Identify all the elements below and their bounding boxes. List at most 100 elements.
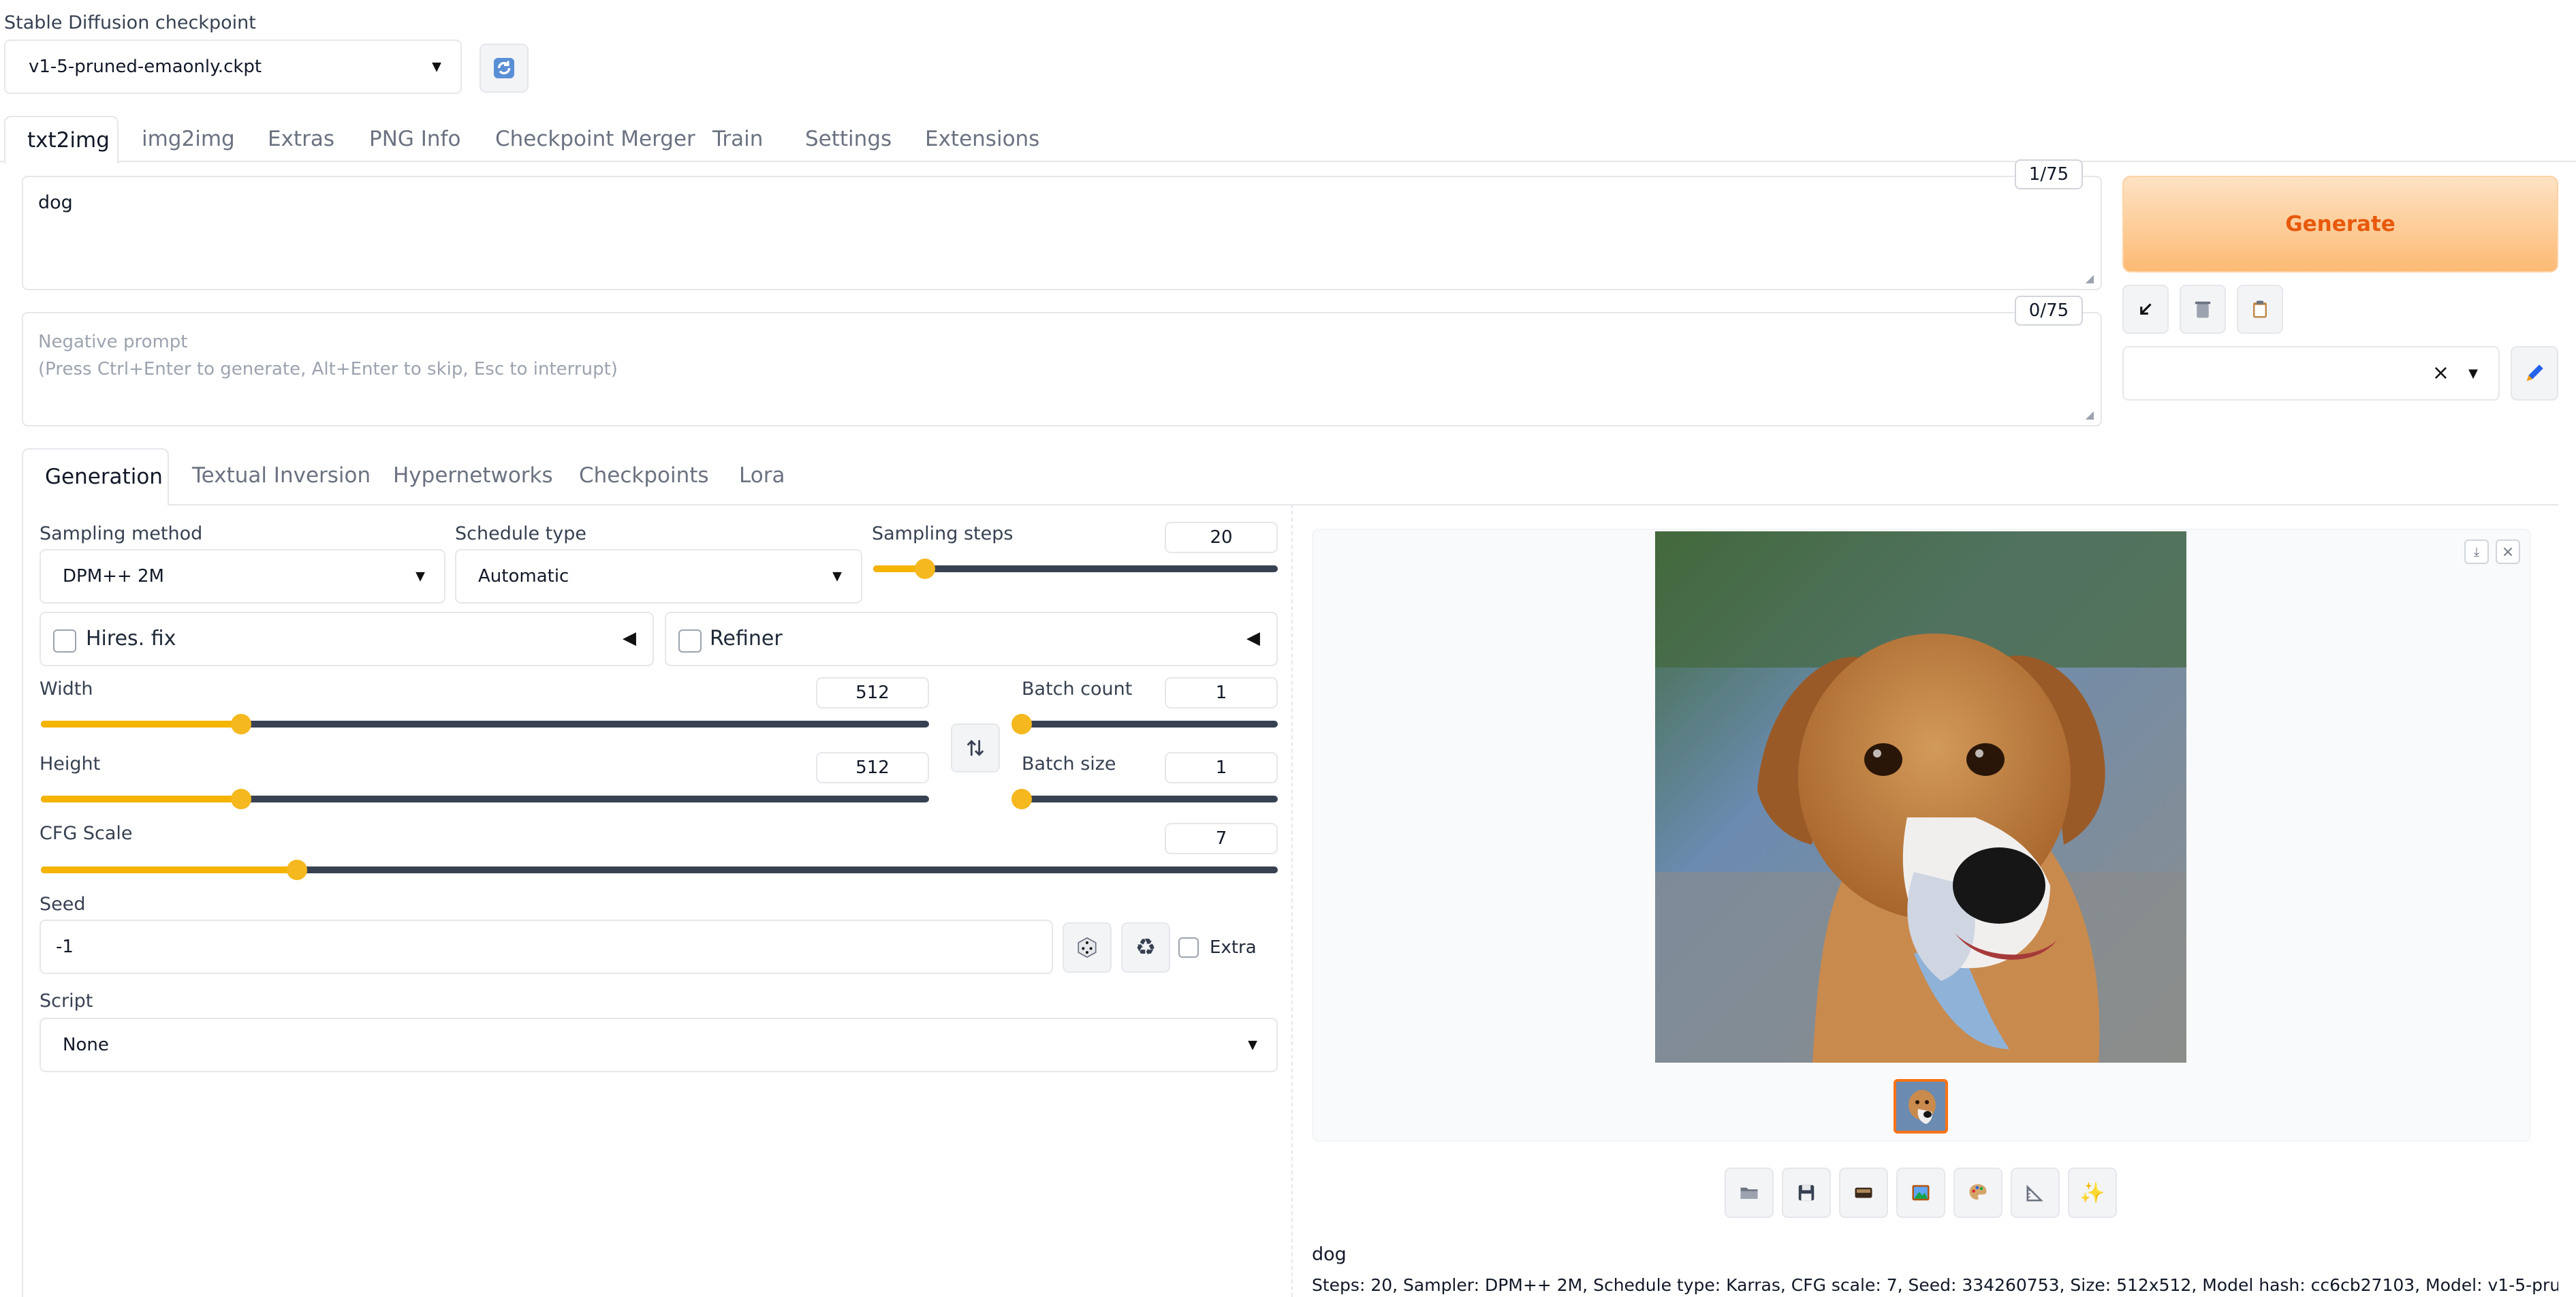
apply-styles-button[interactable]	[2237, 285, 2283, 334]
slider-thumb[interactable]	[231, 714, 252, 734]
generate-button[interactable]: Generate	[2122, 176, 2558, 272]
negative-prompt-textarea[interactable]: Negative prompt (Press Ctrl+Enter to gen…	[22, 312, 2102, 426]
tab-extras[interactable]: Extras	[268, 127, 334, 151]
prompt-textarea[interactable]: dog ◢	[22, 176, 2102, 290]
seed-input[interactable]: -1	[40, 920, 1053, 974]
refiner-accordion[interactable]: Refiner ◀	[665, 612, 1278, 666]
slider-thumb[interactable]	[1011, 789, 1032, 809]
generate-label: Generate	[2285, 212, 2396, 236]
width-input[interactable]: 512	[816, 677, 929, 708]
palette-icon	[1969, 1184, 1987, 1200]
close-icon[interactable]: ×	[2496, 540, 2520, 564]
resize-handle-icon[interactable]: ◢	[2086, 272, 2094, 285]
random-seed-button[interactable]	[1063, 922, 1112, 973]
tab-textual-inversion[interactable]: Textual Inversion	[192, 463, 371, 488]
send-to-img2img-button[interactable]	[1896, 1168, 1945, 1218]
height-slider[interactable]	[41, 789, 929, 809]
seed-value: -1	[56, 937, 74, 957]
sampling-method-label: Sampling method	[40, 523, 203, 544]
send-to-inpaint-button[interactable]	[1953, 1168, 2002, 1218]
slider-fill	[41, 866, 297, 873]
sampling-method-value: DPM++ 2M	[63, 566, 164, 587]
hires-fix-checkbox[interactable]	[53, 629, 76, 653]
slider-fill	[41, 796, 242, 802]
open-folder-button[interactable]	[1725, 1168, 1774, 1218]
dice-icon	[1078, 937, 1097, 958]
collapse-arrow-icon[interactable]: ◀	[1246, 628, 1260, 648]
tab-lora[interactable]: Lora	[739, 463, 785, 488]
batch-count-slider[interactable]	[1011, 714, 1278, 734]
cfg-scale-input[interactable]: 7	[1165, 823, 1278, 854]
seed-extra-checkbox[interactable]	[1178, 937, 1199, 958]
tab-extensions[interactable]: Extensions	[925, 127, 1039, 151]
tab-txt2img[interactable]: txt2img	[4, 116, 119, 163]
refiner-label: Refiner	[710, 627, 783, 651]
checkpoint-value: v1-5-pruned-emaonly.ckpt	[29, 57, 262, 77]
refresh-checkpoint-button[interactable]	[480, 44, 529, 93]
tab-generation[interactable]: Generation	[22, 448, 169, 505]
tab-checkpoints[interactable]: Checkpoints	[579, 463, 709, 488]
cfg-scale-slider[interactable]	[41, 860, 1278, 880]
edit-styles-button[interactable]	[2511, 346, 2558, 401]
tab-img2img[interactable]: img2img	[142, 127, 235, 151]
save-button[interactable]	[1782, 1168, 1831, 1218]
tab-train[interactable]: Train	[712, 127, 763, 151]
tab-label: Generation	[45, 465, 163, 489]
batch-count-input[interactable]: 1	[1165, 677, 1278, 708]
output-prompt-text: dog	[1312, 1244, 1347, 1265]
arrow-down-left-icon	[2140, 303, 2152, 315]
chevron-down-icon: ▼	[2468, 366, 2478, 381]
schedule-type-label: Schedule type	[455, 523, 586, 544]
zip-icon	[1855, 1187, 1872, 1198]
slider-thumb[interactable]	[231, 789, 252, 809]
cfg-scale-label: CFG Scale	[40, 823, 133, 844]
tab-checkpoint-merger[interactable]: Checkpoint Merger	[495, 127, 695, 151]
main-tabs-divider	[0, 161, 2576, 162]
hires-fix-accordion[interactable]: Hires. fix ◀	[40, 612, 654, 666]
slider-thumb[interactable]	[1011, 714, 1032, 734]
width-slider[interactable]	[41, 714, 929, 734]
zip-button[interactable]	[1839, 1168, 1888, 1218]
swap-dimensions-button[interactable]	[951, 723, 1000, 772]
reuse-seed-button[interactable]: ♻	[1121, 922, 1170, 973]
slider-thumb[interactable]	[914, 559, 935, 579]
resize-handle-icon[interactable]: ◢	[2086, 408, 2094, 421]
negative-prompt-token-counter: 0/75	[2015, 296, 2083, 326]
clear-styles-icon[interactable]: ×	[2432, 361, 2449, 385]
slider-thumb[interactable]	[286, 860, 307, 880]
collapse-arrow-icon[interactable]: ◀	[623, 628, 636, 648]
batch-size-slider[interactable]	[1011, 789, 1278, 809]
sampling-method-dropdown[interactable]: DPM++ 2M ▼	[40, 549, 445, 604]
trash-icon	[2195, 301, 2211, 318]
read-params-button[interactable]	[2122, 285, 2169, 334]
sampling-steps-input[interactable]: 20	[1165, 522, 1278, 553]
prompt-text: dog	[38, 192, 73, 213]
panel-left-border	[22, 504, 23, 1297]
schedule-type-dropdown[interactable]: Automatic ▼	[455, 549, 862, 604]
height-input[interactable]: 512	[816, 752, 929, 783]
tab-hypernetworks[interactable]: Hypernetworks	[393, 463, 553, 488]
save-icon	[1798, 1185, 1815, 1201]
generated-image[interactable]	[1655, 531, 2186, 1063]
script-value: None	[63, 1035, 109, 1055]
download-icon[interactable]: ⤓	[2464, 540, 2489, 564]
output-info-text: Steps: 20, Sampler: DPM++ 2M, Schedule t…	[1312, 1275, 2558, 1295]
chevron-down-icon: ▼	[432, 59, 441, 74]
refiner-checkbox[interactable]	[678, 629, 702, 653]
tab-settings[interactable]: Settings	[805, 127, 892, 151]
script-dropdown[interactable]: None ▼	[40, 1018, 1278, 1072]
clear-prompt-button[interactable]	[2180, 285, 2226, 334]
styles-dropdown[interactable]: × ▼	[2122, 346, 2500, 401]
height-label: Height	[40, 753, 101, 775]
batch-size-input[interactable]: 1	[1165, 752, 1278, 783]
clipboard-icon	[2253, 300, 2267, 318]
seed-extra-label: Extra	[1210, 937, 1257, 958]
swap-dimensions-icon	[967, 740, 984, 756]
send-to-extras-button[interactable]	[2011, 1168, 2060, 1218]
checkpoint-dropdown[interactable]: v1-5-pruned-emaonly.ckpt ▼	[4, 40, 462, 94]
upscale-button[interactable]: ✨	[2068, 1168, 2117, 1218]
tab-png-info[interactable]: PNG Info	[369, 127, 460, 151]
sparkle-icon: ✨	[2079, 1181, 2105, 1205]
sampling-steps-slider[interactable]	[873, 559, 1278, 579]
gallery-thumbnail[interactable]	[1894, 1079, 1948, 1134]
